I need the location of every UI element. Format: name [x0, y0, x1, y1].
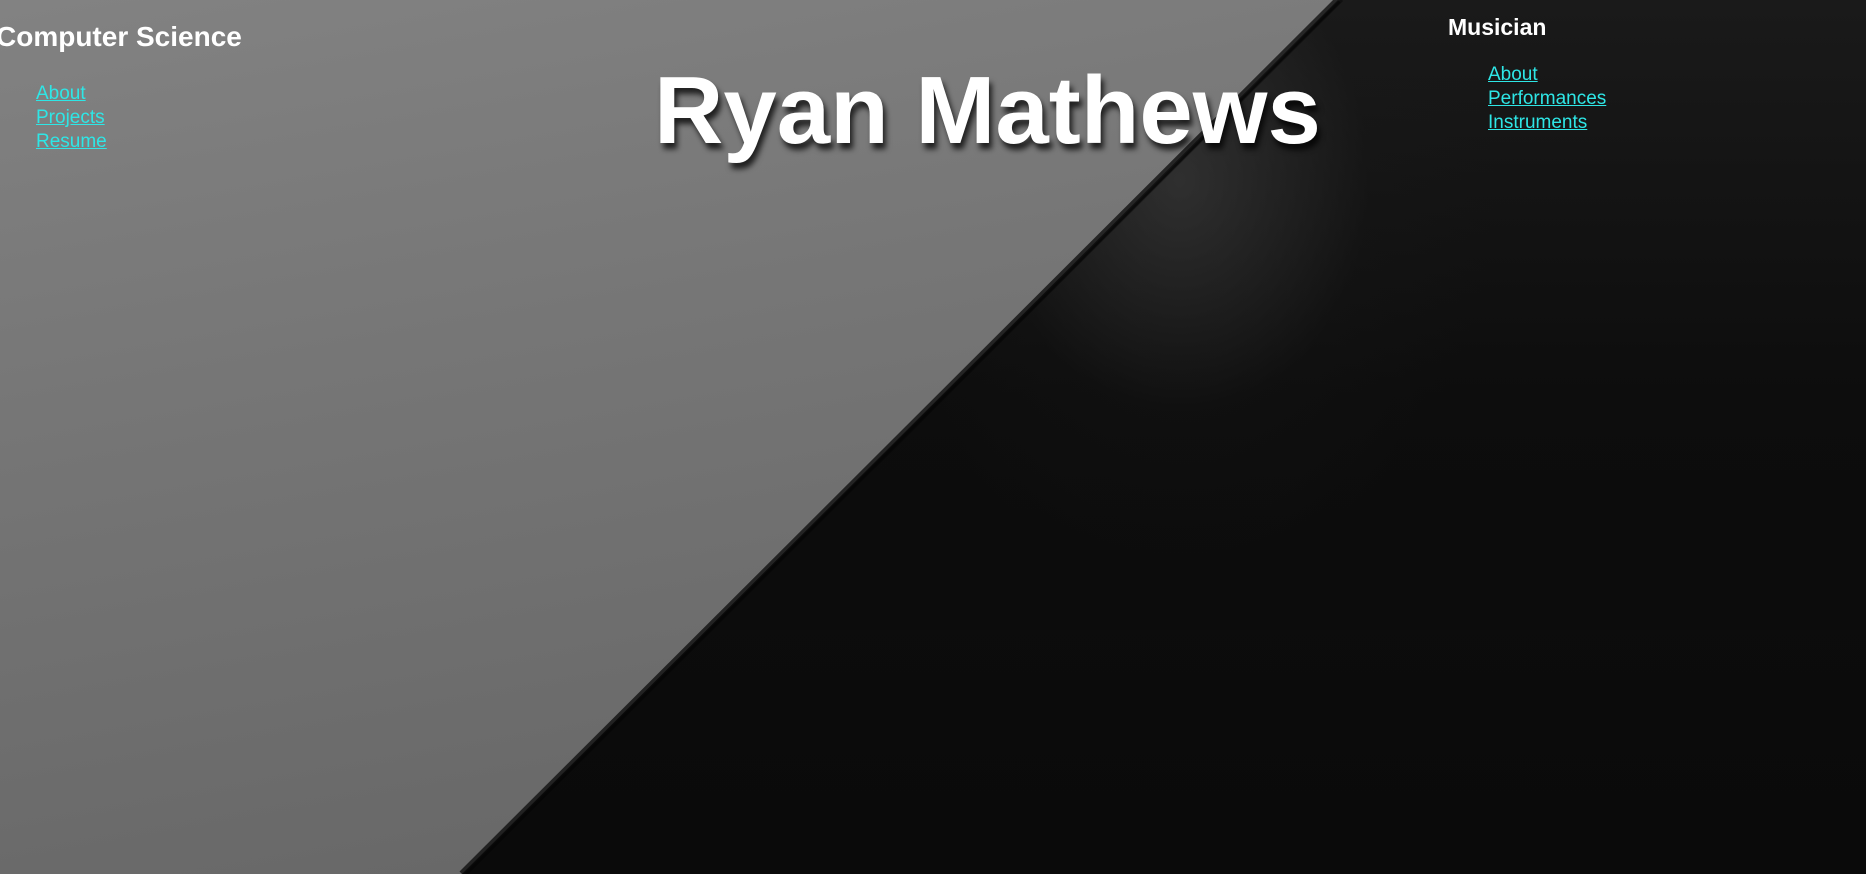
list-item: About: [1488, 63, 1606, 87]
computer-science-heading: Computer Science: [0, 21, 242, 52]
cs-projects-link[interactable]: Projects: [36, 107, 105, 128]
music-performances-link[interactable]: Performances: [1488, 88, 1606, 109]
computer-science-nav: About Projects Resume: [36, 82, 107, 154]
music-instruments-link[interactable]: Instruments: [1488, 112, 1587, 133]
musician-heading: Musician: [1448, 14, 1547, 40]
list-item: Resume: [36, 130, 107, 154]
list-item: Projects: [36, 106, 107, 130]
list-item: About: [36, 82, 107, 106]
page: Computer Science About Projects Resume R…: [0, 0, 1866, 874]
cs-resume-link[interactable]: Resume: [36, 131, 107, 152]
cs-about-link[interactable]: About: [36, 83, 86, 104]
site-title: Ryan Mathews: [654, 57, 1321, 164]
musician-nav: About Performances Instruments: [1488, 63, 1606, 135]
list-item: Instruments: [1488, 111, 1606, 135]
music-about-link[interactable]: About: [1488, 64, 1538, 85]
list-item: Performances: [1488, 87, 1606, 111]
